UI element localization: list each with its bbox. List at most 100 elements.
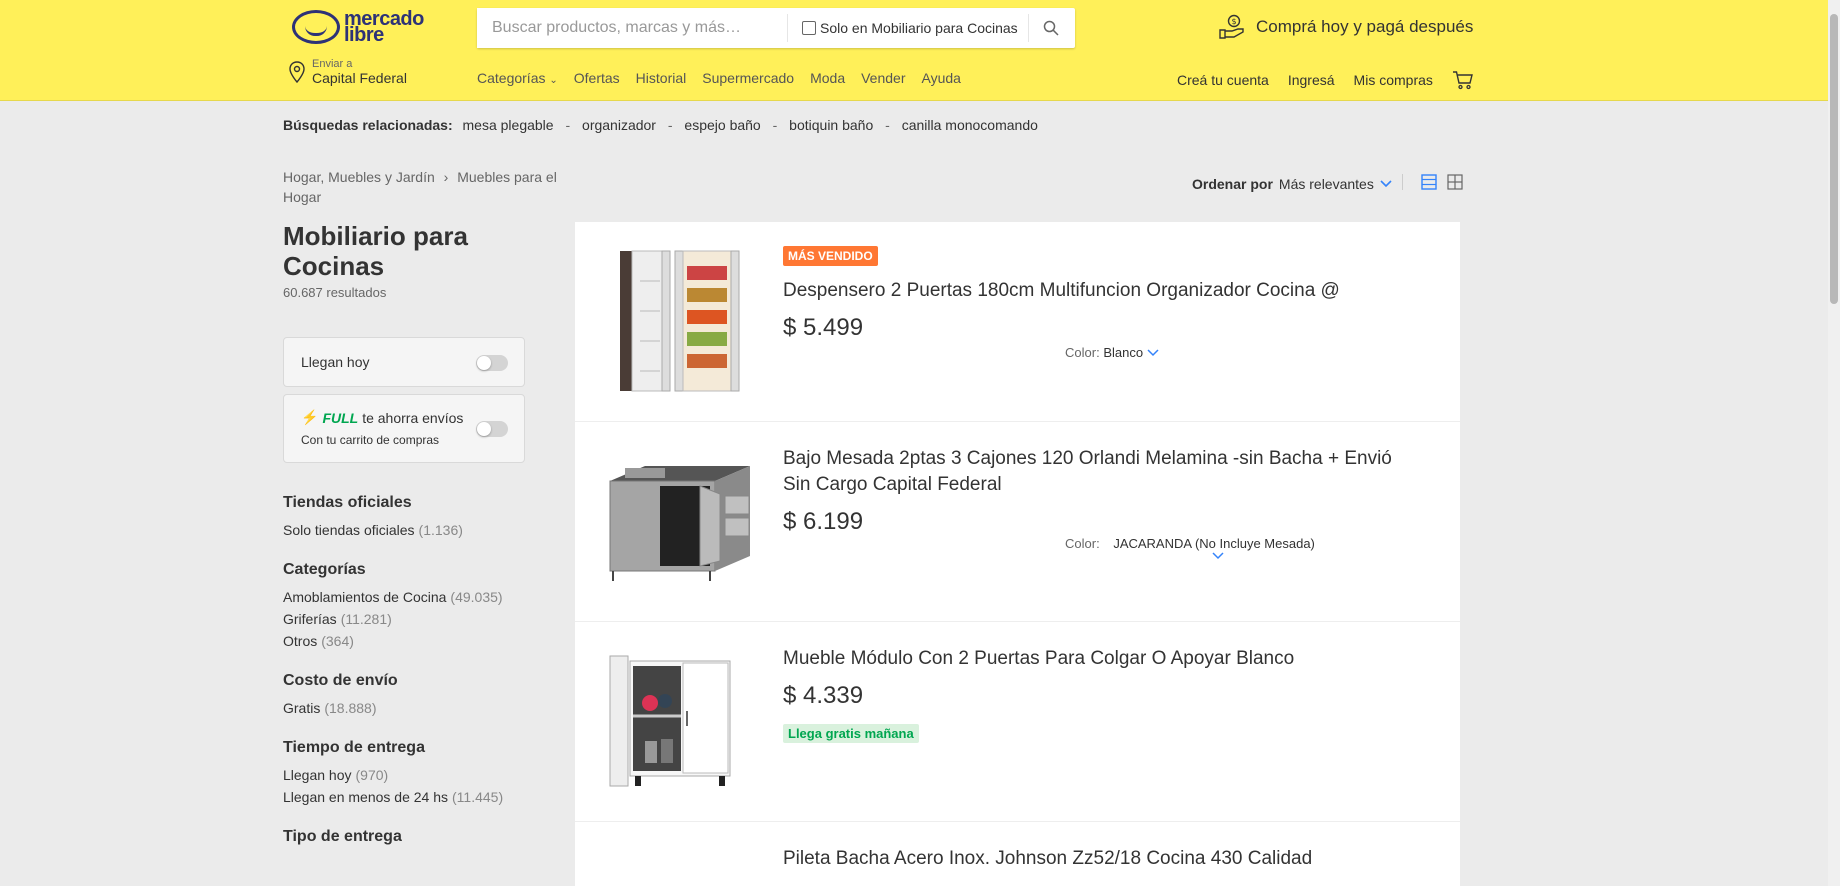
nav-item-categorias[interactable]: Categorías ⌄ bbox=[477, 70, 558, 86]
product-title[interactable]: Bajo Mesada 2ptas 3 Cajones 120 Orlandi … bbox=[783, 446, 1420, 498]
handshake-logo-icon bbox=[292, 10, 340, 44]
related-search-link[interactable]: mesa plegable bbox=[463, 117, 554, 133]
chevron-down-icon bbox=[1147, 349, 1159, 357]
color-variation[interactable]: Color: Blanco bbox=[1065, 345, 1159, 360]
filter-item-label: Griferías bbox=[283, 611, 337, 627]
filter-item-count: (49.035) bbox=[450, 589, 503, 605]
delivery-location[interactable]: Enviar a Capital Federal bbox=[288, 58, 407, 86]
filter-group-tipo-entrega: Tipo de entrega bbox=[283, 828, 543, 846]
product-card[interactable]: MÁS VENDIDO Despensero 2 Puertas 180cm M… bbox=[575, 222, 1460, 422]
product-card[interactable]: Mueble Módulo Con 2 Puertas Para Colgar … bbox=[575, 622, 1460, 822]
sort-label: Ordenar por bbox=[1192, 176, 1273, 192]
login-link[interactable]: Ingresá bbox=[1288, 72, 1335, 88]
sort-control[interactable]: Ordenar por Más relevantes bbox=[1192, 176, 1392, 192]
related-search-link[interactable]: organizador bbox=[582, 117, 656, 133]
mercadolibre-logo[interactable]: mercado libre bbox=[292, 9, 424, 45]
product-image[interactable] bbox=[605, 246, 755, 396]
full-shipping-subtext: Con tu carrito de compras bbox=[301, 433, 440, 447]
product-title[interactable]: Despensero 2 Puertas 180cm Multifuncion … bbox=[783, 278, 1420, 304]
today-delivery-toggle[interactable] bbox=[476, 355, 508, 371]
filter-item[interactable]: Griferías (11.281) bbox=[283, 611, 543, 627]
related-searches: Búsquedas relacionadas: mesa plegable - … bbox=[283, 117, 1038, 133]
filter-item[interactable]: Amoblamientos de Cocina (49.035) bbox=[283, 589, 543, 605]
today-delivery-filter[interactable]: Llegan hoy bbox=[283, 337, 525, 387]
filter-title: Tiendas oficiales bbox=[283, 494, 412, 511]
full-brand-label: FULL bbox=[322, 409, 359, 426]
nav-item-supermercado[interactable]: Supermercado bbox=[702, 70, 794, 86]
filter-item-label: Otros bbox=[283, 633, 318, 649]
page-title: Mobiliario para Cocinas bbox=[283, 221, 468, 281]
hand-money-icon: $ bbox=[1219, 14, 1244, 39]
breadcrumb: Hogar, Muebles y Jardín › Muebles para e… bbox=[283, 167, 563, 207]
product-card[interactable]: Pileta Bacha Acero Inox. Johnson Zz52/18… bbox=[575, 822, 1460, 886]
location-city: Capital Federal bbox=[312, 70, 407, 86]
results-count: 60.687 resultados bbox=[283, 285, 387, 300]
related-search-link[interactable]: espejo baño bbox=[684, 117, 760, 133]
product-image[interactable] bbox=[605, 846, 755, 886]
search-filter-checkbox[interactable] bbox=[802, 21, 816, 35]
product-title[interactable]: Mueble Módulo Con 2 Puertas Para Colgar … bbox=[783, 646, 1420, 672]
filter-item[interactable]: Gratis (18.888) bbox=[283, 700, 543, 716]
full-shipping-filter[interactable]: ⚡ FULL te ahorra envíos Con tu carrito d… bbox=[283, 394, 525, 463]
filter-item[interactable]: Solo tiendas oficiales (1.136) bbox=[283, 522, 543, 538]
sort-value[interactable]: Más relevantes bbox=[1279, 176, 1374, 192]
filter-group-categorias: Categorías Amoblamientos de Cocina (49.03… bbox=[283, 561, 543, 649]
list-view-icon[interactable] bbox=[1421, 174, 1437, 190]
filter-group-costo-envio: Costo de envío Gratis (18.888) bbox=[283, 672, 543, 716]
filter-item[interactable]: Llegan en menos de 24 hs (11.445) bbox=[283, 789, 543, 805]
search-category-filter[interactable]: Solo en Mobiliario para Cocinas bbox=[788, 20, 1028, 36]
search-filter-label: Solo en Mobiliario para Cocinas bbox=[820, 20, 1018, 36]
free-shipping-badge: Llega gratis mañana bbox=[783, 724, 919, 743]
filter-item[interactable]: Otros (364) bbox=[283, 633, 543, 649]
full-shipping-toggle[interactable] bbox=[476, 421, 508, 437]
color-variation[interactable]: Color: JACARANDA (No Incluye Mesada) bbox=[1065, 536, 1315, 560]
create-account-link[interactable]: Creá tu cuenta bbox=[1177, 72, 1269, 88]
chevron-down-icon bbox=[1212, 552, 1224, 560]
related-separator: - bbox=[667, 117, 673, 133]
breadcrumb-item-hogar[interactable]: Hogar, Muebles y Jardín bbox=[283, 169, 435, 185]
variation-value: Blanco bbox=[1103, 345, 1144, 360]
steel-sink-image bbox=[605, 856, 755, 886]
product-card[interactable]: Bajo Mesada 2ptas 3 Cajones 120 Orlandi … bbox=[575, 422, 1460, 622]
filter-item-count: (11.445) bbox=[452, 789, 504, 805]
pantry-cabinet-image bbox=[620, 250, 740, 392]
nav-item-moda[interactable]: Moda bbox=[810, 70, 845, 86]
product-image[interactable] bbox=[605, 446, 755, 596]
filter-item-label: Amoblamientos de Cocina bbox=[283, 589, 447, 605]
nav-item-vender[interactable]: Vender bbox=[861, 70, 905, 86]
nav-item-historial[interactable]: Historial bbox=[636, 70, 687, 86]
kitchen-base-cabinet-image bbox=[609, 466, 750, 581]
product-price: $ 5.499 bbox=[783, 314, 864, 341]
view-switcher bbox=[1402, 174, 1463, 190]
product-title[interactable]: Pileta Bacha Acero Inox. Johnson Zz52/18… bbox=[783, 846, 1420, 872]
filter-item-count: (364) bbox=[321, 633, 354, 649]
related-separator: - bbox=[565, 117, 571, 133]
product-list: MÁS VENDIDO Despensero 2 Puertas 180cm M… bbox=[575, 222, 1460, 886]
related-search-link[interactable]: canilla monocomando bbox=[902, 117, 1038, 133]
filter-group-tiempo-entrega: Tiempo de entrega Llegan hoy (970) Llegan… bbox=[283, 739, 543, 805]
nav-item-ofertas[interactable]: Ofertas bbox=[574, 70, 620, 86]
filter-item-label: Gratis bbox=[283, 700, 321, 716]
my-purchases-link[interactable]: Mis compras bbox=[1354, 72, 1433, 88]
nav-label: Categorías bbox=[477, 70, 546, 86]
search-button[interactable] bbox=[1029, 8, 1073, 48]
product-image[interactable] bbox=[605, 646, 755, 796]
filter-item-count: (1.136) bbox=[418, 522, 463, 538]
filter-title: Categorías bbox=[283, 561, 366, 578]
related-search-link[interactable]: botiquin baño bbox=[789, 117, 873, 133]
search-input[interactable] bbox=[477, 8, 787, 48]
promo-banner[interactable]: $ Comprá hoy y pagá después bbox=[1218, 14, 1473, 40]
best-seller-badge: MÁS VENDIDO bbox=[783, 246, 878, 266]
filter-item[interactable]: Llegan hoy (970) bbox=[283, 767, 543, 783]
page-scrollbar[interactable] bbox=[1828, 0, 1840, 886]
wall-cabinet-image bbox=[609, 655, 731, 787]
view-divider bbox=[1402, 174, 1403, 190]
grid-view-icon[interactable] bbox=[1447, 174, 1463, 190]
chevron-down-icon: ⌄ bbox=[549, 75, 558, 86]
scrollbar-thumb[interactable] bbox=[1830, 14, 1838, 304]
cart-icon[interactable] bbox=[1452, 70, 1474, 90]
filter-sidebar: Tiendas oficiales Solo tiendas oficiales… bbox=[283, 494, 543, 869]
nav-item-ayuda[interactable]: Ayuda bbox=[921, 70, 960, 86]
filter-title: Tipo de entrega bbox=[283, 828, 402, 845]
variation-label: Color: bbox=[1065, 536, 1100, 551]
